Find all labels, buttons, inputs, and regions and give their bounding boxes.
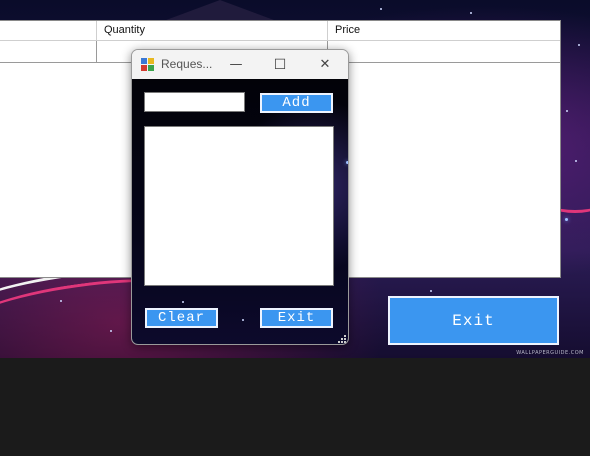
star — [380, 8, 382, 10]
star — [182, 301, 184, 303]
resize-grip-icon[interactable] — [338, 335, 346, 343]
dialog-titlebar[interactable]: Reques... — ☐ ✕ — [132, 50, 348, 79]
star — [578, 44, 580, 46]
app-form-icon — [141, 58, 155, 72]
column-header-price[interactable]: Price — [328, 21, 560, 40]
request-listbox[interactable] — [144, 126, 334, 286]
star — [575, 160, 577, 162]
add-button[interactable]: Add — [260, 93, 333, 113]
star — [470, 12, 472, 14]
table-cell[interactable] — [0, 41, 97, 62]
grid-header: Quantity Price — [0, 21, 560, 41]
column-header-first[interactable] — [0, 21, 97, 40]
dialog-exit-button[interactable]: Exit — [260, 308, 333, 328]
request-input[interactable] — [144, 92, 245, 112]
column-header-quantity[interactable]: Quantity — [97, 21, 328, 40]
clear-button[interactable]: Clear — [145, 308, 218, 328]
star — [566, 110, 568, 112]
close-icon[interactable]: ✕ — [304, 50, 346, 79]
star — [565, 218, 568, 221]
dialog-title: Reques... — [161, 57, 213, 71]
maximize-icon[interactable]: ☐ — [259, 50, 301, 79]
star — [346, 161, 348, 164]
star — [242, 319, 244, 321]
star — [430, 290, 432, 292]
request-dialog: Reques... — ☐ ✕ Add Clear Exit — [131, 49, 349, 345]
minimize-icon[interactable]: — — [215, 50, 257, 79]
wallpaper-watermark: WALLPAPERGUIDE.COM — [516, 350, 584, 356]
main-exit-button[interactable]: Exit — [388, 296, 559, 345]
table-cell[interactable] — [328, 41, 560, 62]
dialog-client-area: Add Clear Exit — [132, 79, 348, 344]
